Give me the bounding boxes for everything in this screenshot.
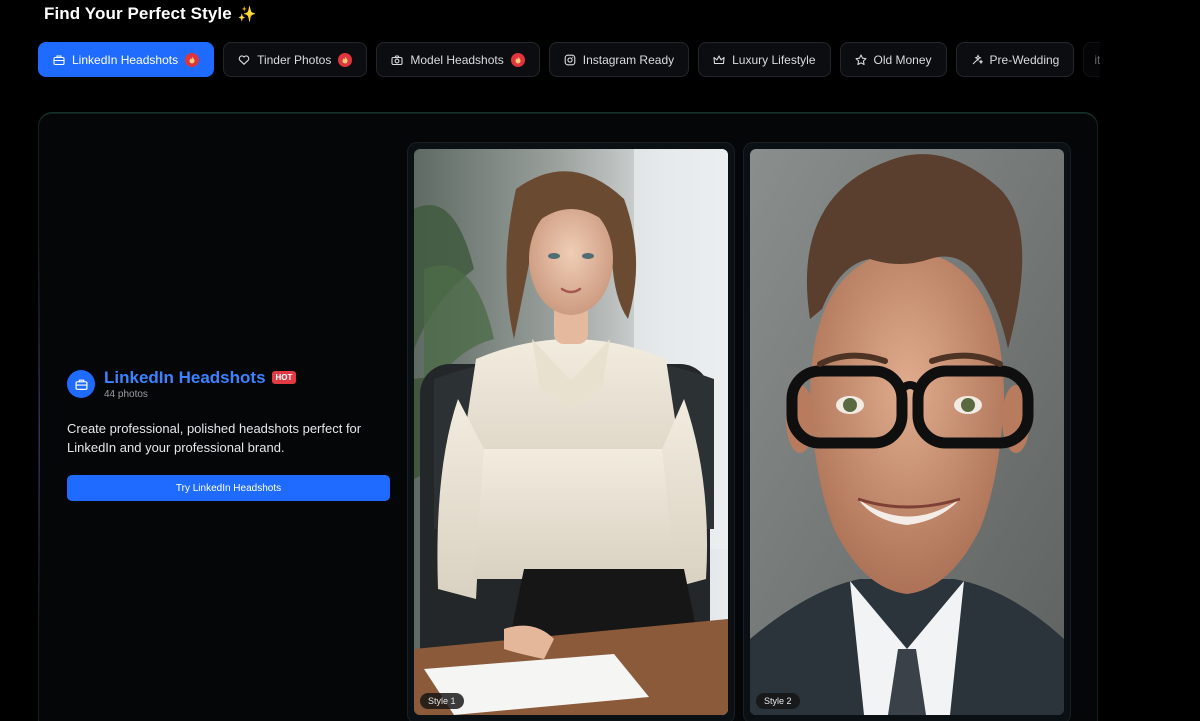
- tab-label: it: [1094, 52, 1100, 67]
- style-info: LinkedIn Headshots HOT 44 photos Create p…: [67, 368, 397, 501]
- tab-old-money[interactable]: Old Money: [839, 42, 947, 77]
- sample-photo-man: Style 2: [750, 149, 1064, 715]
- style-title-block: LinkedIn Headshots HOT 44 photos: [104, 368, 297, 400]
- star-icon: [854, 53, 867, 65]
- fire-icon: [338, 52, 353, 67]
- heart-icon: [238, 54, 250, 65]
- photo-count: 44 photos: [104, 389, 148, 400]
- tab-model-headshots[interactable]: Model Headshots: [376, 42, 540, 77]
- tab-partial[interactable]: it: [1083, 42, 1100, 77]
- instagram-icon: [564, 54, 576, 65]
- tab-label: Luxury Lifestyle: [732, 52, 816, 67]
- style-description: Create professional, polished headshots …: [67, 421, 362, 455]
- man-portrait-image: [750, 149, 1064, 715]
- sparkle-icon: ✨: [237, 6, 257, 23]
- try-style-button[interactable]: Try LinkedIn Headshots: [67, 475, 390, 501]
- fire-icon: [510, 52, 525, 67]
- briefcase-icon: [67, 370, 95, 398]
- tab-label: Instagram Ready: [582, 52, 675, 67]
- tab-label: Pre-Wedding: [989, 52, 1060, 67]
- tab-label: Tinder Photos: [257, 52, 332, 67]
- briefcase-icon: [53, 54, 65, 65]
- style-tabs: LinkedIn Headshots Tinder Photos Model H…: [38, 42, 1100, 77]
- photo-label: Style 1: [420, 693, 464, 709]
- tab-linkedin-headshots[interactable]: LinkedIn Headshots: [38, 42, 215, 77]
- sample-photo-woman: Style 1: [414, 149, 728, 715]
- tab-instagram-ready[interactable]: Instagram Ready: [548, 42, 690, 77]
- photo-label: Style 2: [756, 693, 800, 709]
- crown-icon: [713, 54, 725, 64]
- fire-icon: [185, 52, 200, 67]
- tab-luxury-lifestyle[interactable]: Luxury Lifestyle: [698, 42, 831, 77]
- woman-portrait-image: [414, 149, 728, 715]
- tab-label: Model Headshots: [410, 52, 504, 67]
- style-info-header: LinkedIn Headshots HOT 44 photos: [67, 368, 397, 400]
- camera-icon: [391, 54, 403, 65]
- photo-card-style-2[interactable]: Style 2: [743, 142, 1071, 721]
- page-title-text: Find Your Perfect Style: [44, 4, 232, 23]
- photo-card-style-1[interactable]: Style 1: [407, 142, 735, 721]
- hot-badge: HOT: [271, 371, 297, 384]
- sparkles-icon: [972, 53, 983, 64]
- page-title: Find Your Perfect Style ✨: [44, 4, 257, 24]
- style-card: LinkedIn Headshots HOT 44 photos Create p…: [38, 113, 1098, 721]
- tab-pre-wedding[interactable]: Pre-Wedding: [955, 42, 1075, 77]
- style-name: LinkedIn Headshots: [104, 368, 266, 387]
- tab-tinder-photos[interactable]: Tinder Photos: [223, 42, 368, 77]
- tab-label: Old Money: [873, 52, 932, 67]
- tab-label: LinkedIn Headshots: [72, 52, 179, 67]
